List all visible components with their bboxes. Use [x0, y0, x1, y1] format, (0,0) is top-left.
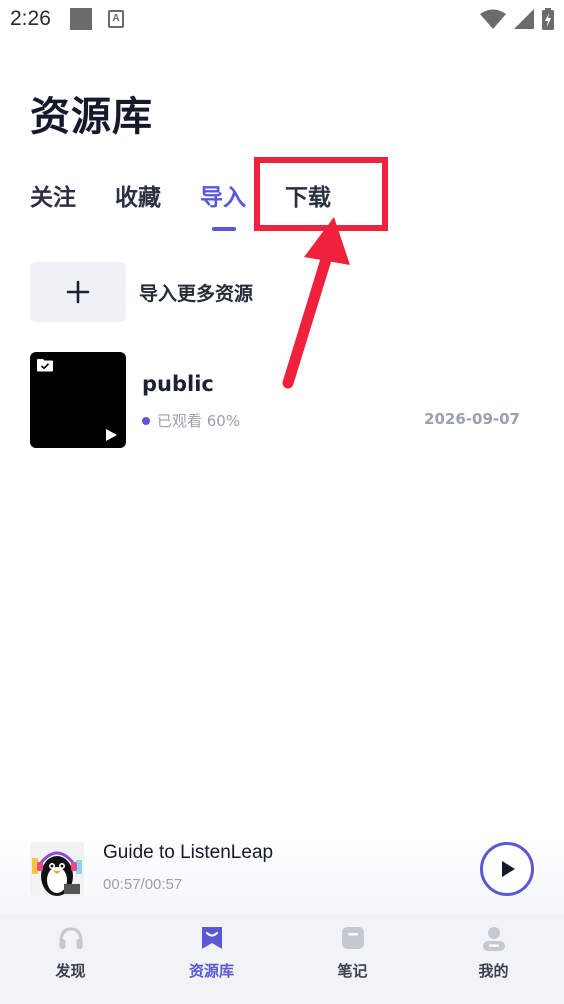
player-track-title: Guide to ListenLeap [103, 842, 274, 863]
player-cover-art [30, 842, 84, 896]
resource-thumbnail [30, 352, 126, 448]
battery-icon [542, 8, 554, 30]
tab-follow[interactable]: 关注 [30, 178, 76, 212]
signal-icon [514, 9, 534, 29]
player-time: 00:57/00:57 [103, 876, 183, 893]
resource-item-public[interactable]: public 已观看 60% 2026-09-07 [30, 352, 520, 448]
import-more-row[interactable]: 导入更多资源 [30, 262, 253, 322]
play-icon [106, 429, 117, 441]
text-a-icon: A [108, 10, 124, 28]
nav-notes[interactable]: 笔记 [282, 914, 423, 1004]
nav-profile[interactable]: 我的 [423, 914, 564, 1004]
progress-dot-icon [142, 416, 150, 425]
bookmark-icon [201, 927, 222, 949]
status-time: 2:26 [10, 7, 51, 30]
tab-favorites[interactable]: 收藏 [115, 178, 161, 212]
nav-label: 笔记 [337, 962, 368, 980]
folder-check-icon [37, 359, 53, 372]
nav-label: 发现 [55, 962, 86, 980]
plus-icon [66, 280, 90, 304]
nav-label: 资源库 [188, 962, 234, 980]
resource-status-text: 已观看 60% [157, 412, 241, 430]
notification-square-icon [70, 8, 92, 30]
bottom-nav: 发现 资源库 笔记 我的 [0, 914, 564, 1004]
resource-progress: 已观看 60% [142, 410, 240, 431]
resource-date: 2026-09-07 [424, 410, 520, 428]
active-tab-indicator [212, 227, 236, 231]
resource-title: public [142, 372, 214, 396]
nav-label: 我的 [478, 962, 509, 980]
note-icon [341, 927, 364, 949]
page-title: 资源库 [30, 94, 153, 140]
import-add-button[interactable] [30, 262, 126, 322]
import-more-label: 导入更多资源 [139, 282, 254, 305]
tab-import[interactable]: 导入 [200, 178, 246, 212]
mini-player[interactable]: Guide to ListenLeap 00:57/00:57 [0, 828, 564, 914]
user-icon [482, 927, 505, 951]
wifi-icon [480, 9, 506, 29]
penguin-avatar-icon [30, 842, 84, 896]
nav-library[interactable]: 资源库 [141, 914, 282, 1004]
play-icon [502, 861, 515, 877]
nav-discover[interactable]: 发现 [0, 914, 141, 1004]
status-bar: 2:26 A [0, 0, 564, 40]
status-indicators [480, 8, 554, 30]
player-play-button[interactable] [480, 842, 534, 896]
headphones-icon [59, 927, 82, 949]
